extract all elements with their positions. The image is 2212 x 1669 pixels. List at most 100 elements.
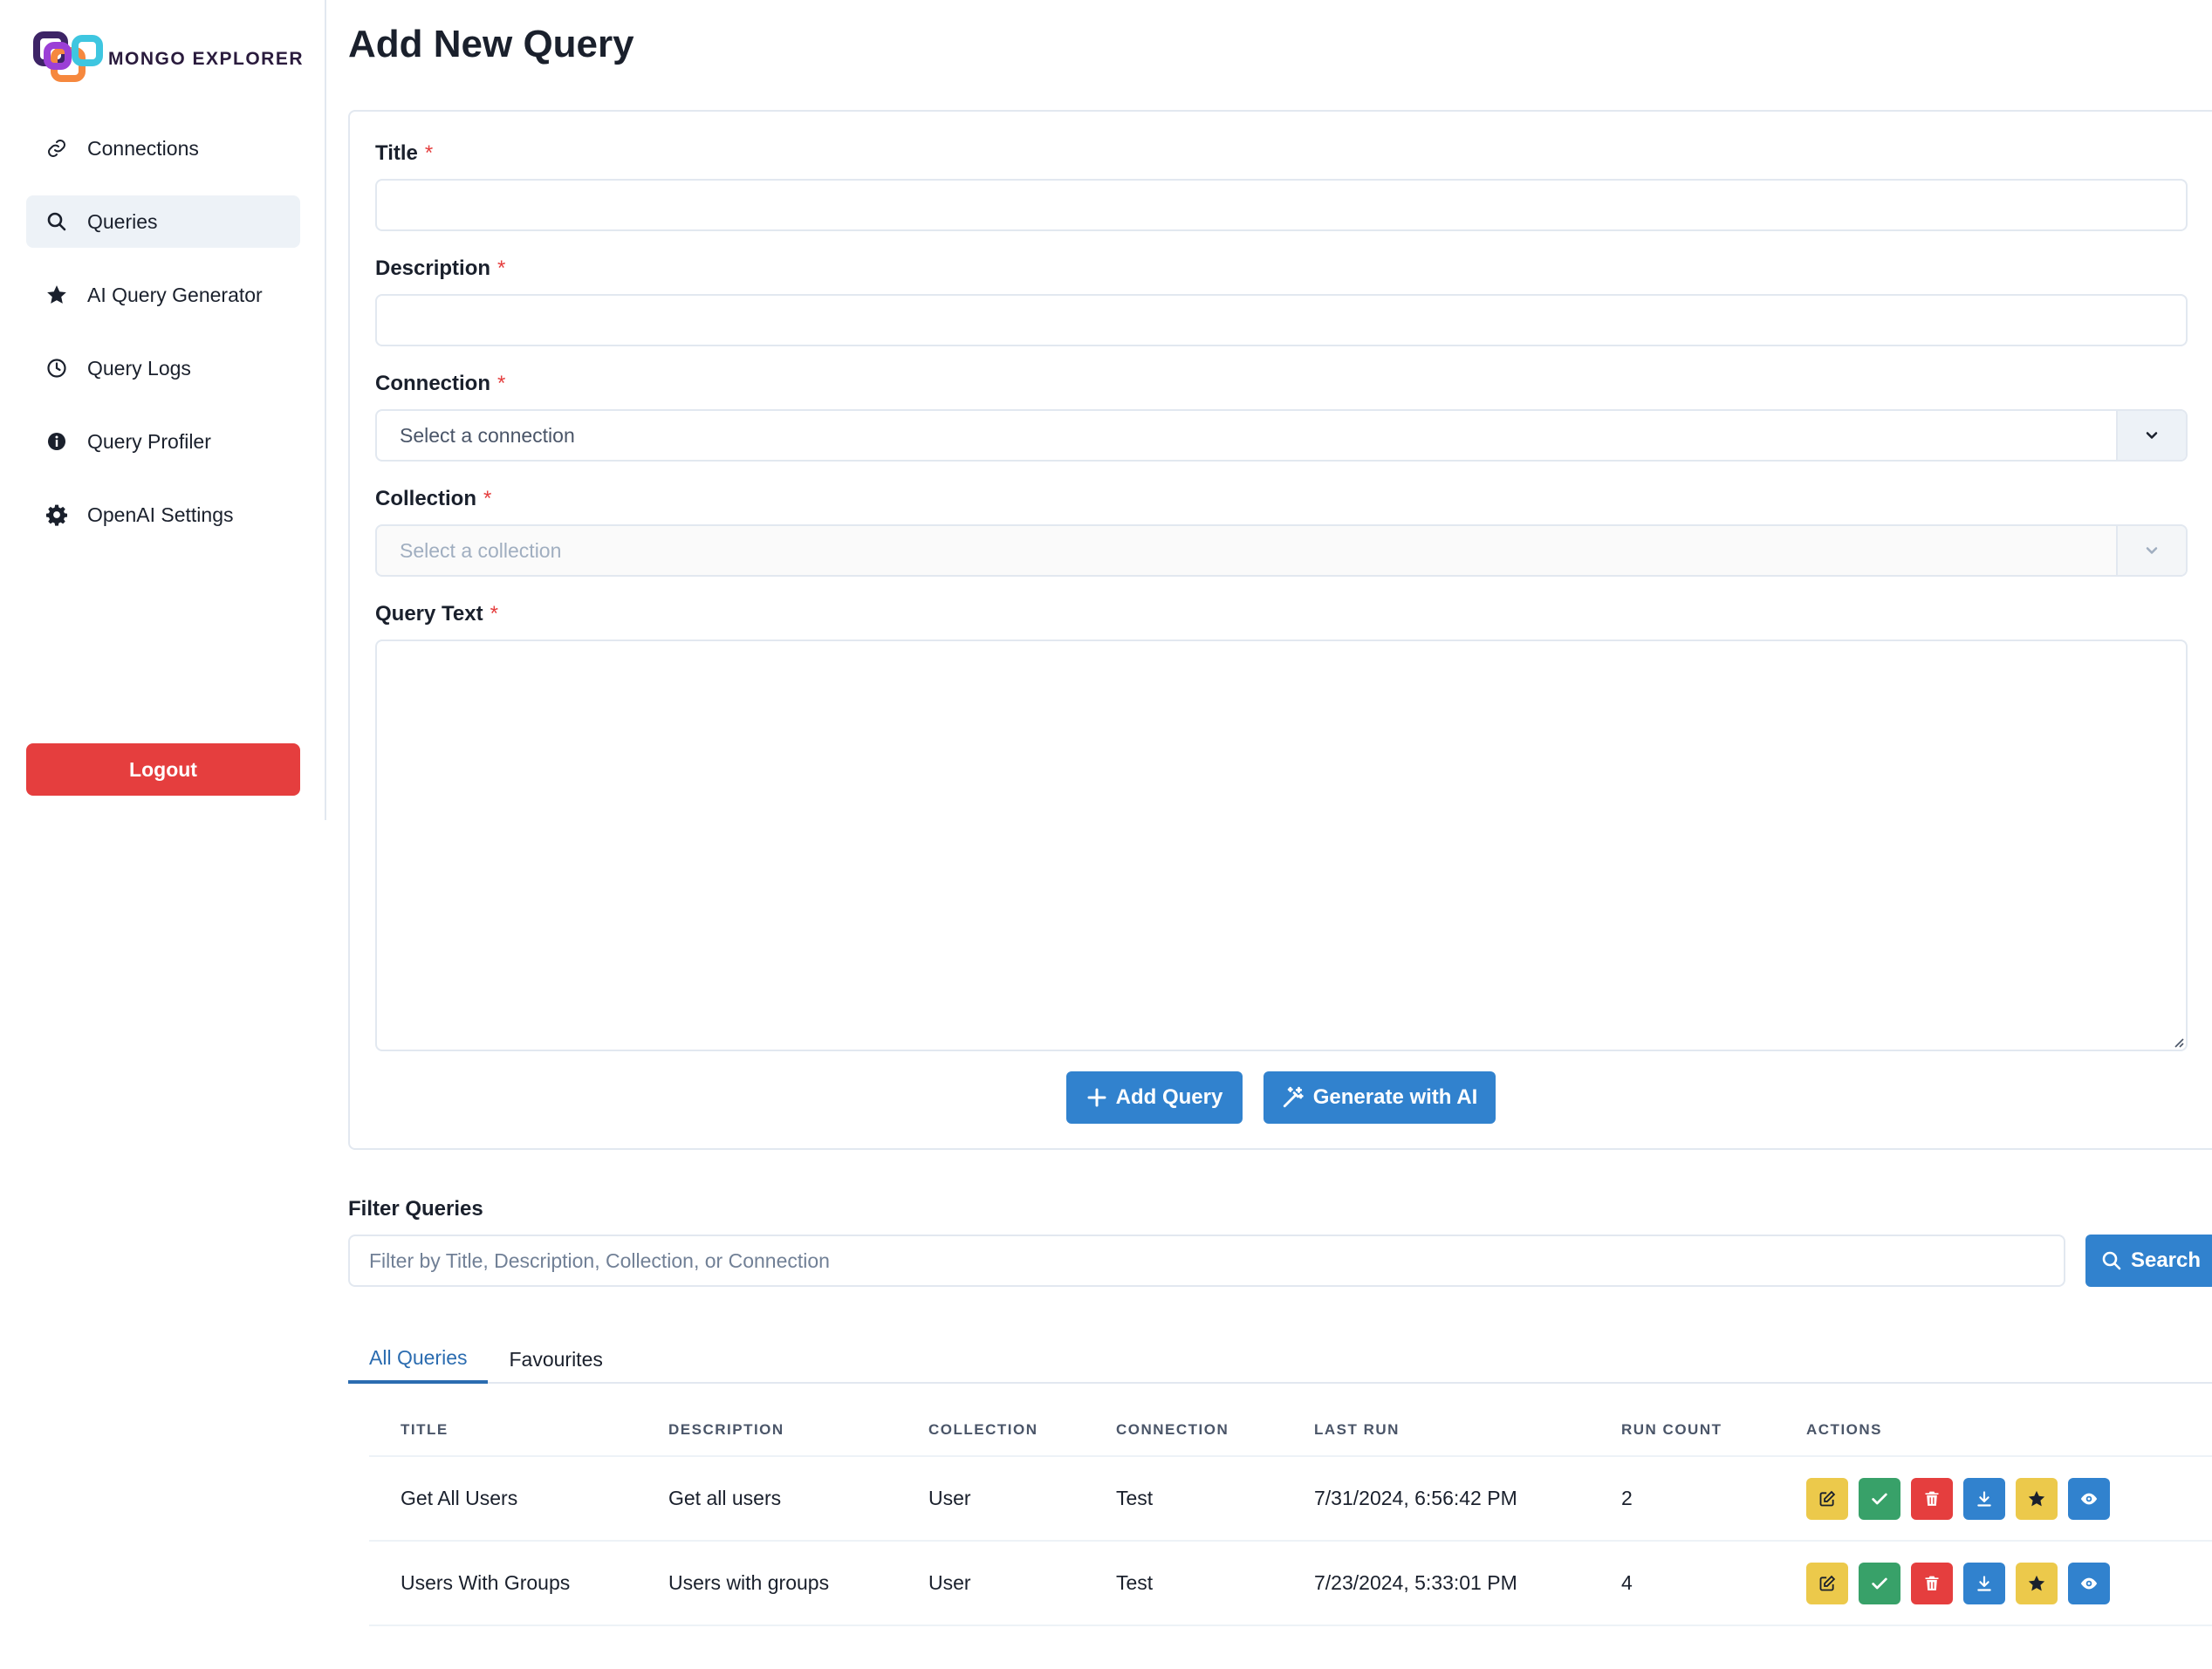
cell-last-run: 7/23/2024, 5:33:01 PM: [1314, 1571, 1517, 1594]
required-mark: *: [497, 372, 506, 395]
tab-favourites[interactable]: Favourites: [488, 1335, 623, 1384]
logout-button[interactable]: Logout: [26, 743, 300, 796]
cell-description: Users with groups: [668, 1571, 830, 1594]
search-icon: [2102, 1251, 2121, 1270]
sidebar-item-query-logs[interactable]: Query Logs: [26, 342, 300, 394]
cell-run-count: 2: [1621, 1487, 1633, 1509]
table-header-row: Title Description Collection Connection …: [369, 1405, 2212, 1457]
page-title: Add New Query: [348, 23, 634, 65]
plus-icon: [1087, 1088, 1106, 1107]
column-header-connection[interactable]: Connection: [1085, 1421, 1283, 1439]
required-mark: *: [424, 141, 434, 165]
info-icon: [45, 430, 68, 453]
connection-label: Connection *: [375, 372, 506, 395]
eye-icon: [2080, 1493, 2098, 1504]
column-header-actions: Actions: [1806, 1421, 1882, 1438]
cell-last-run: 7/31/2024, 6:56:42 PM: [1314, 1487, 1517, 1509]
logo-text: MONGO EXPLORER: [108, 49, 305, 69]
edit-icon: [1819, 1490, 1836, 1506]
table-row: Users With Groups Users with groups User…: [369, 1542, 2212, 1626]
check-icon: [1872, 1577, 1887, 1589]
trash-icon: [1925, 1491, 1939, 1506]
star-icon: [45, 284, 68, 306]
eye-icon: [2080, 1577, 2098, 1589]
view-button[interactable]: [2068, 1562, 2110, 1604]
download-button[interactable]: [1963, 1477, 2005, 1520]
cell-title: Users With Groups: [401, 1571, 571, 1594]
column-header-run-count[interactable]: Run Count: [1590, 1421, 1775, 1439]
query-text-input[interactable]: [375, 640, 2188, 1051]
search-icon: [45, 210, 68, 233]
edit-icon: [1819, 1575, 1836, 1590]
sidebar-item-label: Query Logs: [87, 356, 191, 380]
sidebar-nav: Connections Queries AI Query Generator Q…: [26, 122, 300, 562]
delete-button[interactable]: [1911, 1562, 1953, 1604]
title-label: Title *: [375, 141, 434, 165]
generate-with-ai-button[interactable]: Generate with AI: [1264, 1071, 1496, 1124]
add-query-label: Add Query: [1115, 1085, 1223, 1109]
star-icon: [2028, 1575, 2045, 1590]
sidebar-item-label: Connections: [87, 136, 199, 160]
required-mark: *: [483, 487, 492, 510]
cell-run-count: 4: [1621, 1571, 1633, 1594]
trash-icon: [1925, 1576, 1939, 1590]
edit-button[interactable]: [1806, 1562, 1848, 1604]
query-tabs: All Queries Favourites: [348, 1335, 2212, 1384]
cell-collection: User: [928, 1571, 971, 1594]
sidebar-item-ai-query-generator[interactable]: AI Query Generator: [26, 269, 300, 321]
download-icon: [1977, 1575, 1991, 1591]
sidebar-item-label: Queries: [87, 209, 158, 233]
cell-connection: Test: [1116, 1487, 1154, 1509]
collection-label: Collection *: [375, 487, 492, 510]
favourite-button[interactable]: [2016, 1562, 2058, 1604]
chevron-down-icon[interactable]: [2116, 526, 2186, 575]
sidebar-item-label: OpenAI Settings: [87, 503, 234, 526]
sidebar-item-queries[interactable]: Queries: [26, 195, 300, 248]
search-button[interactable]: Search: [2085, 1235, 2212, 1287]
required-mark: *: [490, 602, 498, 626]
download-button[interactable]: [1963, 1562, 2005, 1604]
filter-label: Filter Queries: [348, 1197, 483, 1221]
app-logo[interactable]: MONGO EXPLORER: [31, 30, 304, 86]
collection-select[interactable]: Select a collection: [375, 524, 2188, 577]
cell-connection: Test: [1116, 1571, 1154, 1594]
column-header-description[interactable]: Description: [637, 1421, 897, 1439]
sidebar-item-openai-settings[interactable]: OpenAI Settings: [26, 489, 300, 541]
resize-handle-icon[interactable]: [2172, 1036, 2184, 1048]
filter-input[interactable]: Filter by Title, Description, Collection…: [348, 1235, 2065, 1287]
column-header-title[interactable]: Title: [369, 1421, 637, 1439]
generate-with-ai-label: Generate with AI: [1312, 1085, 1478, 1109]
cell-title: Get All Users: [401, 1487, 518, 1509]
run-button[interactable]: [1859, 1477, 1900, 1520]
clock-icon: [45, 357, 68, 380]
sidebar-item-query-profiler[interactable]: Query Profiler: [26, 415, 300, 468]
run-button[interactable]: [1859, 1562, 1900, 1604]
magic-wand-icon: [1283, 1086, 1304, 1108]
link-icon: [45, 137, 68, 160]
description-label: Description *: [375, 257, 506, 280]
sidebar-item-label: Query Profiler: [87, 429, 211, 453]
check-icon: [1872, 1493, 1887, 1504]
favourite-button[interactable]: [2016, 1477, 2058, 1520]
sidebar-item-connections[interactable]: Connections: [26, 122, 300, 174]
gear-icon: [45, 503, 68, 526]
column-header-last-run[interactable]: Last Run: [1283, 1421, 1590, 1439]
tab-all-queries[interactable]: All Queries: [348, 1335, 489, 1384]
title-input[interactable]: [375, 179, 2188, 231]
row-actions: [1775, 1562, 2212, 1604]
query-text-label: Query Text *: [375, 602, 498, 626]
row-actions: [1775, 1477, 2212, 1520]
sidebar: MONGO EXPLORER Connections Queries AI Qu…: [0, 0, 326, 820]
cell-collection: User: [928, 1487, 971, 1509]
add-query-button[interactable]: Add Query: [1066, 1071, 1243, 1124]
delete-button[interactable]: [1911, 1477, 1953, 1520]
connection-select[interactable]: Select a connection: [375, 409, 2188, 462]
queries-table: Title Description Collection Connection …: [369, 1405, 2212, 1626]
chevron-down-icon[interactable]: [2116, 411, 2186, 460]
view-button[interactable]: [2068, 1477, 2110, 1520]
edit-button[interactable]: [1806, 1477, 1848, 1520]
logo-icon: [31, 30, 106, 86]
description-input[interactable]: [375, 294, 2188, 346]
cell-description: Get all users: [668, 1487, 782, 1509]
column-header-collection[interactable]: Collection: [897, 1421, 1085, 1439]
